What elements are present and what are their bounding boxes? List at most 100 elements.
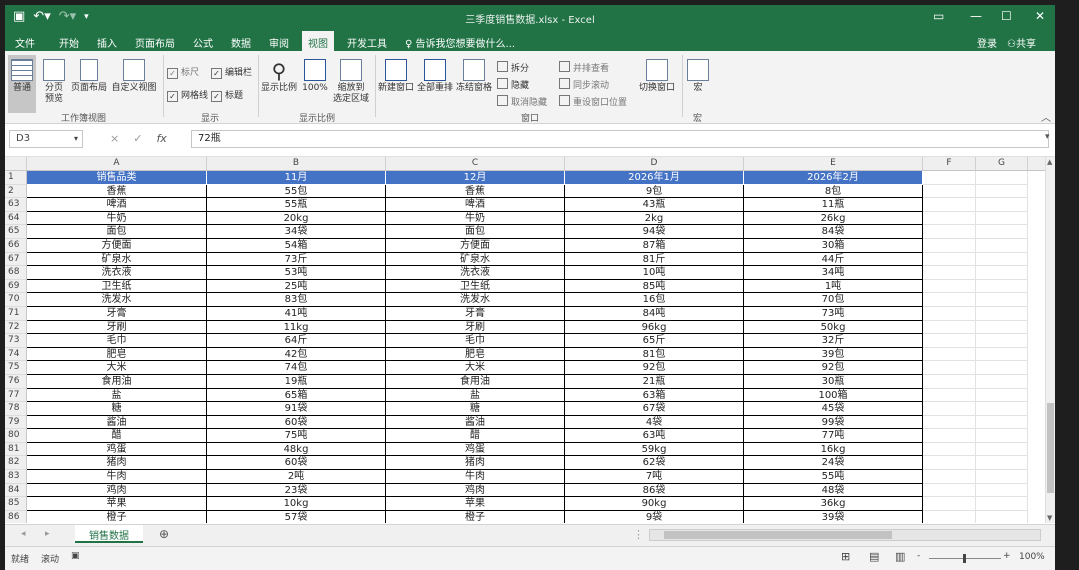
tab-home[interactable]: 开始 [59,35,79,50]
table-cell[interactable]: 55瓶 [207,198,386,212]
table-cell[interactable]: 59kg [565,442,744,457]
row-header[interactable]: 71 [5,306,27,321]
arrange-all-button[interactable]: 全部重排 [416,55,454,94]
empty-cell[interactable] [923,266,976,280]
zoom-level[interactable]: 100% [1019,552,1045,562]
empty-cell[interactable] [923,442,976,457]
login-link[interactable]: 登录 [977,35,997,50]
empty-cell[interactable] [976,388,1028,403]
zoom-100-button[interactable]: 100% [301,55,329,94]
macros-button[interactable]: 宏 [685,55,711,94]
empty-cell[interactable] [976,415,1028,430]
empty-cell[interactable] [923,238,976,253]
tab-split-handle[interactable]: ⋮ [633,528,644,541]
table-cell[interactable]: 苹果 [386,497,565,511]
table-cell[interactable]: 41吨 [207,306,386,321]
unhide-button[interactable]: 取消隐藏 [497,95,547,108]
empty-cell[interactable] [923,510,976,523]
table-cell[interactable]: 糖 [27,402,207,416]
table-cell[interactable]: 2kg [565,211,744,226]
select-all-corner[interactable] [5,157,27,170]
empty-cell[interactable] [923,252,976,267]
minimize-icon[interactable]: — [970,9,982,23]
empty-cell[interactable] [923,306,976,321]
table-cell[interactable]: 9袋 [565,510,744,523]
table-cell[interactable]: 63箱 [565,388,744,403]
table-cell[interactable]: 食用油 [386,374,565,389]
horizontal-scrollbar[interactable] [649,529,1041,541]
next-sheet-icon[interactable]: ▸ [45,529,50,539]
column-header-b[interactable]: B [207,157,386,170]
zoom-in-icon[interactable]: + [1003,551,1011,561]
table-cell[interactable]: 鸡蛋 [27,442,207,457]
empty-cell[interactable] [976,334,1028,348]
table-cell[interactable]: 39袋 [744,510,923,523]
row-header[interactable]: 77 [5,388,27,403]
row-header[interactable]: 82 [5,456,27,471]
view-side-by-side-button[interactable]: 并排查看 [559,61,609,74]
hide-button[interactable]: 隐藏 [497,78,529,91]
horizontal-scroll-thumb[interactable] [664,531,892,539]
table-cell[interactable]: 鸡蛋 [386,442,565,457]
table-cell[interactable]: 50kg [744,320,923,335]
tab-review[interactable]: 审阅 [269,35,289,50]
table-cell[interactable]: 64斤 [207,334,386,348]
row-header[interactable]: 83 [5,470,27,484]
column-header-g[interactable]: G [976,157,1028,170]
insert-function-icon[interactable]: fx [156,132,166,145]
new-window-button[interactable]: 新建窗口 [377,55,415,94]
zoom-out-icon[interactable]: - [917,551,920,561]
row-header[interactable]: 75 [5,361,27,375]
table-cell[interactable]: 75吨 [207,429,386,443]
table-cell[interactable]: 84袋 [744,225,923,239]
table-cell[interactable]: 醋 [27,429,207,443]
table-cell[interactable]: 67袋 [565,402,744,416]
row-header[interactable]: 85 [5,497,27,511]
empty-cell[interactable] [976,266,1028,280]
table-cell[interactable]: 毛巾 [27,334,207,348]
empty-cell[interactable] [923,402,976,416]
row-header[interactable]: 65 [5,225,27,239]
table-cell[interactable]: 36kg [744,497,923,511]
table-cell[interactable]: 60袋 [207,456,386,471]
row-header[interactable]: 76 [5,374,27,389]
empty-cell[interactable] [923,225,976,239]
table-cell[interactable]: 85吨 [565,279,744,294]
empty-cell[interactable] [976,402,1028,416]
row-header[interactable]: 66 [5,238,27,253]
empty-cell[interactable] [923,470,976,484]
tell-me-box[interactable]: ♀ 告诉我您想要做什么... [405,35,515,50]
empty-cell[interactable] [976,470,1028,484]
row-header[interactable]: 74 [5,347,27,362]
column-header-e[interactable]: E [744,157,923,170]
empty-cell[interactable] [923,415,976,430]
table-cell[interactable]: 73吨 [744,306,923,321]
table-cell[interactable]: 53吨 [207,266,386,280]
table-cell[interactable]: 11kg [207,320,386,335]
tab-page-layout[interactable]: 页面布局 [135,35,175,50]
empty-cell[interactable] [976,456,1028,471]
table-cell[interactable]: 20kg [207,211,386,226]
table-cell[interactable]: 洗发水 [27,293,207,307]
table-cell[interactable]: 65箱 [207,388,386,403]
empty-cell[interactable] [976,306,1028,321]
empty-cell[interactable] [976,198,1028,212]
table-cell[interactable]: 91袋 [207,402,386,416]
vertical-scroll-thumb[interactable] [1047,403,1054,493]
switch-windows-button[interactable]: 切换窗口 [637,55,677,94]
empty-cell[interactable] [976,184,1028,199]
table-cell[interactable]: 香蕉 [386,184,565,199]
table-cell[interactable]: 34吨 [744,266,923,280]
gridlines-checkbox[interactable]: ✓ 网格线 [167,88,208,102]
table-cell[interactable]: 34袋 [207,225,386,239]
close-icon[interactable]: ✕ [1035,9,1045,23]
table-cell[interactable]: 糖 [386,402,565,416]
table-cell[interactable]: 牙刷 [386,320,565,335]
empty-cell[interactable] [923,334,976,348]
table-cell[interactable]: 猪肉 [386,456,565,471]
table-cell[interactable]: 啤酒 [27,198,207,212]
reset-window-position-button[interactable]: 重设窗口位置 [559,95,627,108]
empty-cell[interactable] [976,252,1028,267]
table-cell[interactable]: 醋 [386,429,565,443]
table-cell[interactable]: 81包 [565,347,744,362]
